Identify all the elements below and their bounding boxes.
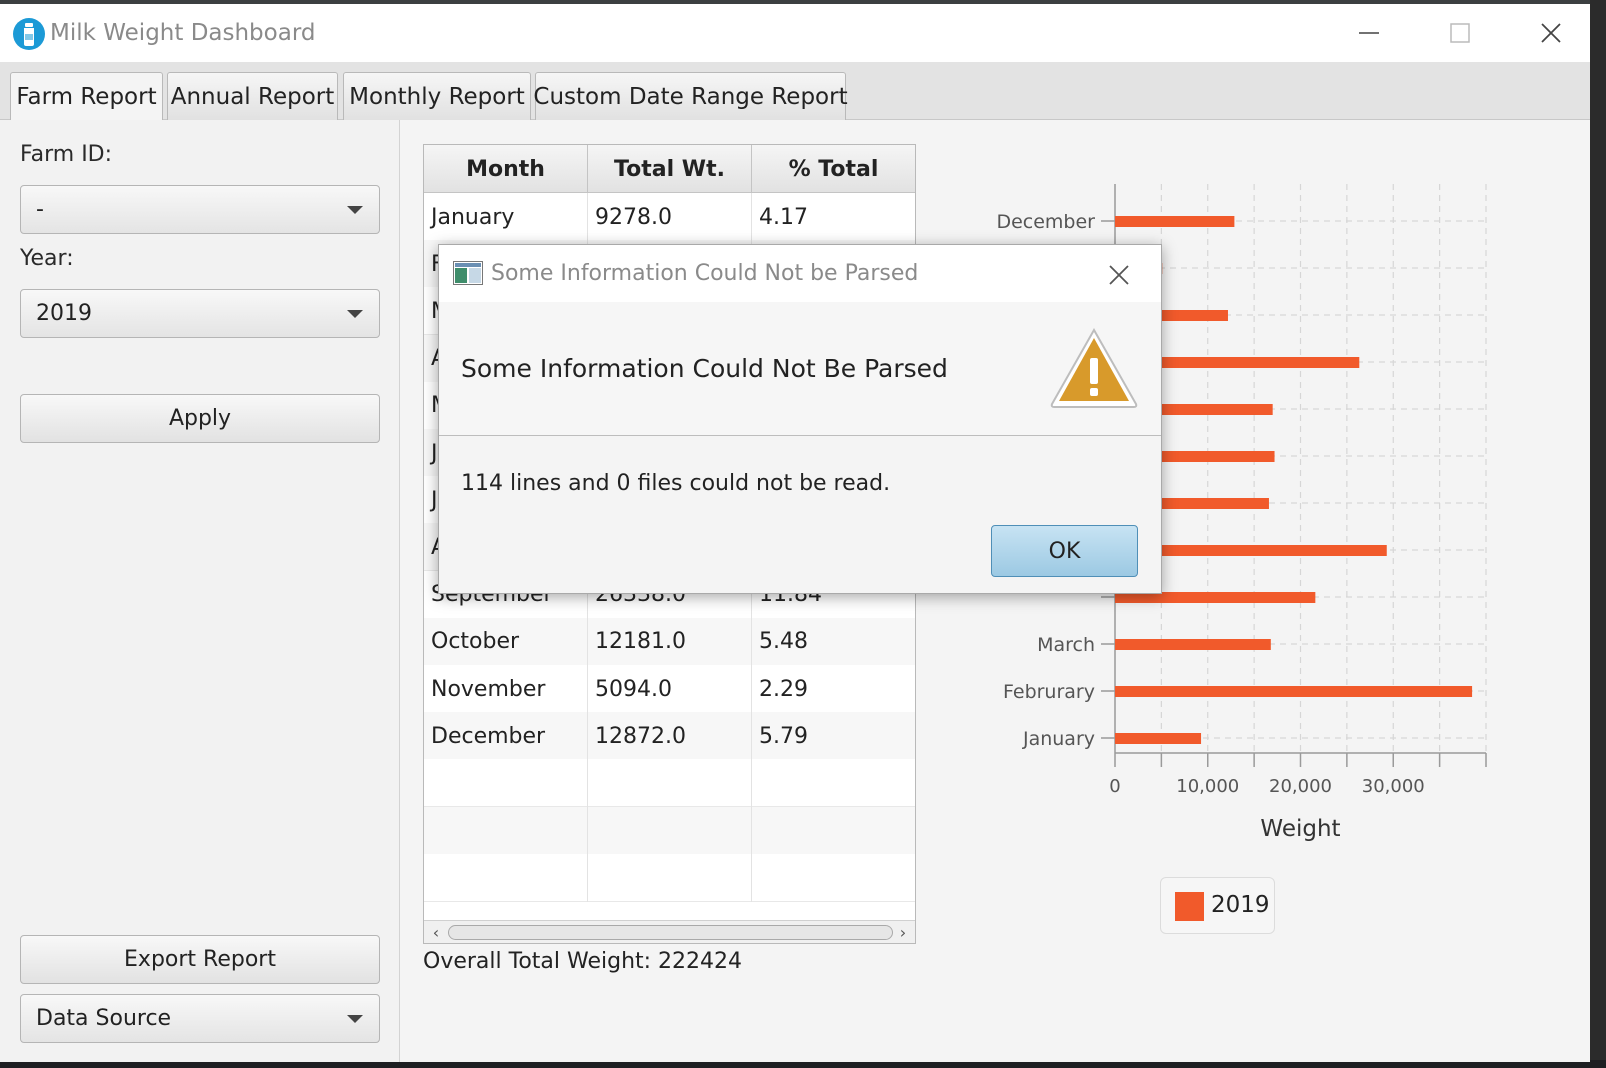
- tab-monthly-report[interactable]: Monthly Report: [343, 72, 531, 120]
- year-label: Year:: [20, 246, 74, 271]
- tab-bar: Farm Report Annual Report Monthly Report…: [0, 62, 1590, 121]
- cell-total-weight: [588, 853, 752, 902]
- y-tick-label: March: [1037, 634, 1095, 656]
- close-icon: [1541, 23, 1561, 43]
- x-tick-label: 20,000: [1269, 776, 1332, 797]
- y-tick-label: January: [1022, 728, 1095, 750]
- bar-december: [1115, 216, 1235, 227]
- close-icon: [1109, 265, 1129, 285]
- cell-percent-total: [752, 807, 915, 855]
- farm-id-value: -: [36, 197, 44, 222]
- column-header-percent-total[interactable]: % Total: [752, 145, 915, 193]
- cell-percent-total: 4.17: [759, 204, 808, 230]
- year-value: 2019: [36, 301, 92, 326]
- data-source-value: Data Source: [36, 1006, 172, 1031]
- maximize-icon: [1450, 23, 1470, 43]
- column-header-total-weight[interactable]: Total Wt.: [588, 145, 752, 193]
- scroll-right-icon[interactable]: ›: [893, 922, 913, 942]
- cell-percent-total: [752, 854, 915, 902]
- cell-month: [424, 806, 588, 855]
- legend-swatch: [1175, 892, 1204, 921]
- table-row[interactable]: December 12872.0 5.79: [424, 712, 915, 761]
- chevron-down-icon: [347, 206, 363, 214]
- cell-total-weight: [588, 806, 752, 855]
- table-row[interactable]: [424, 806, 915, 855]
- cell-percent-total: 5.48: [759, 629, 808, 655]
- y-tick-label: December: [996, 211, 1095, 233]
- window-title: Milk Weight Dashboard: [50, 20, 316, 46]
- milk-bottle-icon: [13, 18, 45, 50]
- bar-march: [1115, 639, 1271, 650]
- legend-label: 2019: [1211, 892, 1270, 918]
- farm-id-label: Farm ID:: [20, 142, 113, 167]
- cell-month: January: [424, 193, 588, 241]
- cell-month: October: [424, 617, 588, 666]
- scroll-left-icon[interactable]: ‹: [426, 922, 446, 942]
- cell-total-weight: 12872.0: [588, 712, 752, 761]
- cell-total-weight: [588, 759, 752, 808]
- title-bar: Milk Weight Dashboard: [0, 4, 1590, 62]
- x-axis-title: Weight: [1260, 816, 1340, 842]
- overall-total-weight: Overall Total Weight: 222424: [423, 949, 743, 974]
- tab-farm-report[interactable]: Farm Report: [10, 72, 163, 121]
- minimize-button[interactable]: [1324, 4, 1414, 62]
- tab-custom-date-range-report[interactable]: Custom Date Range Report: [533, 72, 848, 120]
- ok-button[interactable]: OK: [991, 525, 1138, 577]
- x-tick-label: 30,000: [1362, 776, 1425, 797]
- dialog-close-button[interactable]: [1099, 255, 1139, 295]
- y-tick-label: Februrary: [1003, 681, 1095, 703]
- tab-annual-report[interactable]: Annual Report: [167, 72, 338, 120]
- cell-percent-total: 5.79: [759, 723, 808, 749]
- farm-id-dropdown[interactable]: -: [20, 185, 380, 234]
- cell-month: [424, 853, 588, 902]
- controls-panel: Farm ID: - Year: 2019 Apply Export Repor…: [0, 120, 400, 1062]
- main-window: Milk Weight Dashboard Farm Report Annual…: [0, 4, 1590, 1062]
- close-window-button[interactable]: [1506, 4, 1590, 62]
- bar-februrary: [1115, 686, 1473, 697]
- scrollbar-thumb[interactable]: [448, 925, 893, 940]
- apply-button[interactable]: Apply: [20, 394, 380, 443]
- horizontal-scrollbar[interactable]: ‹ ›: [424, 920, 915, 943]
- desktop-edge: [1590, 0, 1606, 1068]
- app-window-icon: [453, 261, 483, 285]
- dialog-content-text: 114 lines and 0 files could not be read.: [461, 471, 891, 496]
- x-tick-label: 0: [1109, 776, 1120, 797]
- x-tick-label: 10,000: [1176, 776, 1239, 797]
- chart-legend: 2019: [1160, 877, 1275, 934]
- chevron-down-icon: [347, 1015, 363, 1023]
- cell-month: November: [424, 665, 588, 713]
- warning-icon: [1050, 327, 1138, 408]
- table-row[interactable]: [424, 853, 915, 902]
- dialog-header: Some Information Could Not Be Parsed: [439, 302, 1161, 436]
- cell-percent-total: [752, 759, 915, 807]
- table-row[interactable]: [424, 759, 915, 808]
- parse-error-dialog: Some Information Could Not be Parsed Som…: [438, 244, 1162, 594]
- year-dropdown[interactable]: 2019: [20, 289, 380, 338]
- table-row[interactable]: January 9278.0 4.17: [424, 193, 915, 241]
- data-source-dropdown[interactable]: Data Source: [20, 994, 380, 1043]
- cell-total-weight: 5094.0: [588, 665, 752, 713]
- bar-january: [1115, 733, 1202, 744]
- cell-month: [424, 759, 588, 808]
- table-row[interactable]: November 5094.0 2.29: [424, 665, 915, 713]
- dialog-title: Some Information Could Not be Parsed: [491, 261, 919, 286]
- chevron-down-icon: [347, 310, 363, 318]
- export-report-button[interactable]: Export Report: [20, 935, 380, 984]
- table-header: Month Total Wt. % Total: [424, 145, 915, 193]
- cell-percent-total: 2.29: [759, 676, 808, 702]
- cell-total-weight: 12181.0: [588, 617, 752, 666]
- table-row[interactable]: October 12181.0 5.48: [424, 617, 915, 666]
- maximize-button[interactable]: [1415, 4, 1505, 62]
- dialog-title-bar: Some Information Could Not be Parsed: [439, 245, 1161, 302]
- cell-total-weight: 9278.0: [588, 193, 752, 241]
- dialog-header-text: Some Information Could Not Be Parsed: [461, 354, 948, 383]
- column-header-month[interactable]: Month: [424, 145, 588, 193]
- minimize-icon: [1359, 32, 1379, 34]
- cell-month: December: [424, 712, 588, 761]
